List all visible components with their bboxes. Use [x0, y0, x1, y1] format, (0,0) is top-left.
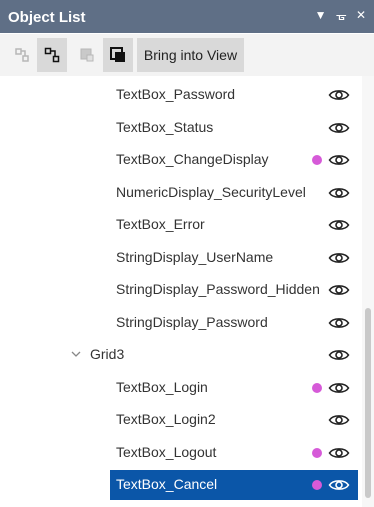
tree-item-label: TextBox_Password [116, 86, 236, 102]
tree-item-row[interactable]: TextBox_Login2 [0, 405, 362, 435]
eye-icon[interactable] [328, 282, 350, 298]
tree-item-row[interactable]: TextBox_Logout [0, 438, 362, 468]
layer-back-icon [80, 48, 94, 62]
dropdown-arrow-icon[interactable]: ▼ [315, 8, 327, 22]
move-back-button[interactable] [75, 38, 99, 72]
tree-item-row[interactable]: TextBox_Cancel [0, 470, 362, 500]
tree-item-label: StringDisplay_Password_Hidden [116, 281, 320, 297]
object-list-panel: Object List ▼ ᚗ ✕ Bring into View TextBo… [0, 0, 374, 507]
expand-all-icon [44, 47, 60, 63]
tree-item-row[interactable]: TextBox_Password [0, 80, 362, 110]
eye-icon[interactable] [328, 217, 350, 233]
modified-indicator-dot [312, 447, 322, 458]
chevron-down-icon[interactable] [70, 348, 82, 360]
tree-group-row[interactable]: Grid3 [0, 340, 362, 370]
tree-item-row[interactable]: TextBox_Status [0, 113, 362, 143]
tree-item-label: TextBox_Cancel [116, 476, 218, 492]
tree-item-label: StringDisplay_Password [116, 313, 268, 330]
eye-icon[interactable] [328, 250, 350, 266]
eye-icon[interactable] [328, 477, 350, 493]
tree-item-label: TextBox_Login [116, 378, 208, 395]
toolbar: Bring into View [0, 34, 374, 76]
modified-indicator-dot [312, 480, 322, 490]
eye-icon[interactable] [328, 347, 350, 363]
tree-item-label: TextBox_ChangeDisplay [116, 151, 269, 167]
tree-item-label: TextBox_Status [116, 118, 214, 135]
tree-item-label: TextBox_Login2 [116, 411, 216, 427]
eye-icon[interactable] [328, 445, 350, 461]
collapse-all-icon [15, 48, 29, 62]
tree-item-row[interactable]: StringDisplay_Password [0, 308, 362, 338]
tree-item-label: Grid3 [90, 346, 125, 362]
tree-item-row[interactable]: TextBox_Login [0, 373, 362, 403]
tree-item-row[interactable]: StringDisplay_Password_Hidden [0, 275, 362, 305]
eye-icon[interactable] [328, 152, 350, 168]
tree-item-row[interactable]: TextBox_ChangeDisplay [0, 145, 362, 175]
scrollbar-thumb[interactable] [365, 308, 371, 498]
titlebar-controls: ▼ ᚗ ✕ [315, 8, 366, 22]
tree-item-row[interactable]: NumericDisplay_SecurityLevel [0, 178, 362, 208]
panel-title: Object List [8, 9, 86, 26]
collapse-all-button[interactable] [10, 38, 34, 72]
close-icon[interactable]: ✕ [356, 8, 366, 22]
bring-to-front-button[interactable] [103, 38, 133, 72]
tree-item-label: NumericDisplay_SecurityLevel [116, 183, 306, 200]
tree-item-row[interactable]: TextBox_Error [0, 210, 362, 240]
layer-front-icon [110, 47, 125, 62]
pin-icon[interactable]: ᚗ [336, 8, 345, 22]
eye-icon[interactable] [328, 412, 350, 428]
tree-item-label: TextBox_Error [116, 216, 205, 232]
bring-into-view-button[interactable]: Bring into View [137, 38, 244, 72]
tree-item-label: TextBox_Logout [116, 443, 217, 460]
object-tree: TextBox_Password TextBox_Status TextBox_Ch… [0, 76, 362, 507]
tree-item-row[interactable]: StringDisplay_UserName [0, 243, 362, 273]
eye-icon[interactable] [328, 87, 350, 103]
panel-titlebar: Object List ▼ ᚗ ✕ [0, 0, 374, 33]
eye-icon[interactable] [328, 185, 350, 201]
vertical-scrollbar[interactable] [362, 76, 374, 507]
eye-icon[interactable] [328, 120, 350, 136]
modified-indicator-dot [312, 382, 322, 393]
eye-icon[interactable] [328, 315, 350, 331]
expand-all-button[interactable] [37, 38, 67, 72]
eye-icon[interactable] [328, 380, 350, 396]
modified-indicator-dot [312, 155, 322, 165]
tree-item-label: StringDisplay_UserName [116, 248, 274, 265]
